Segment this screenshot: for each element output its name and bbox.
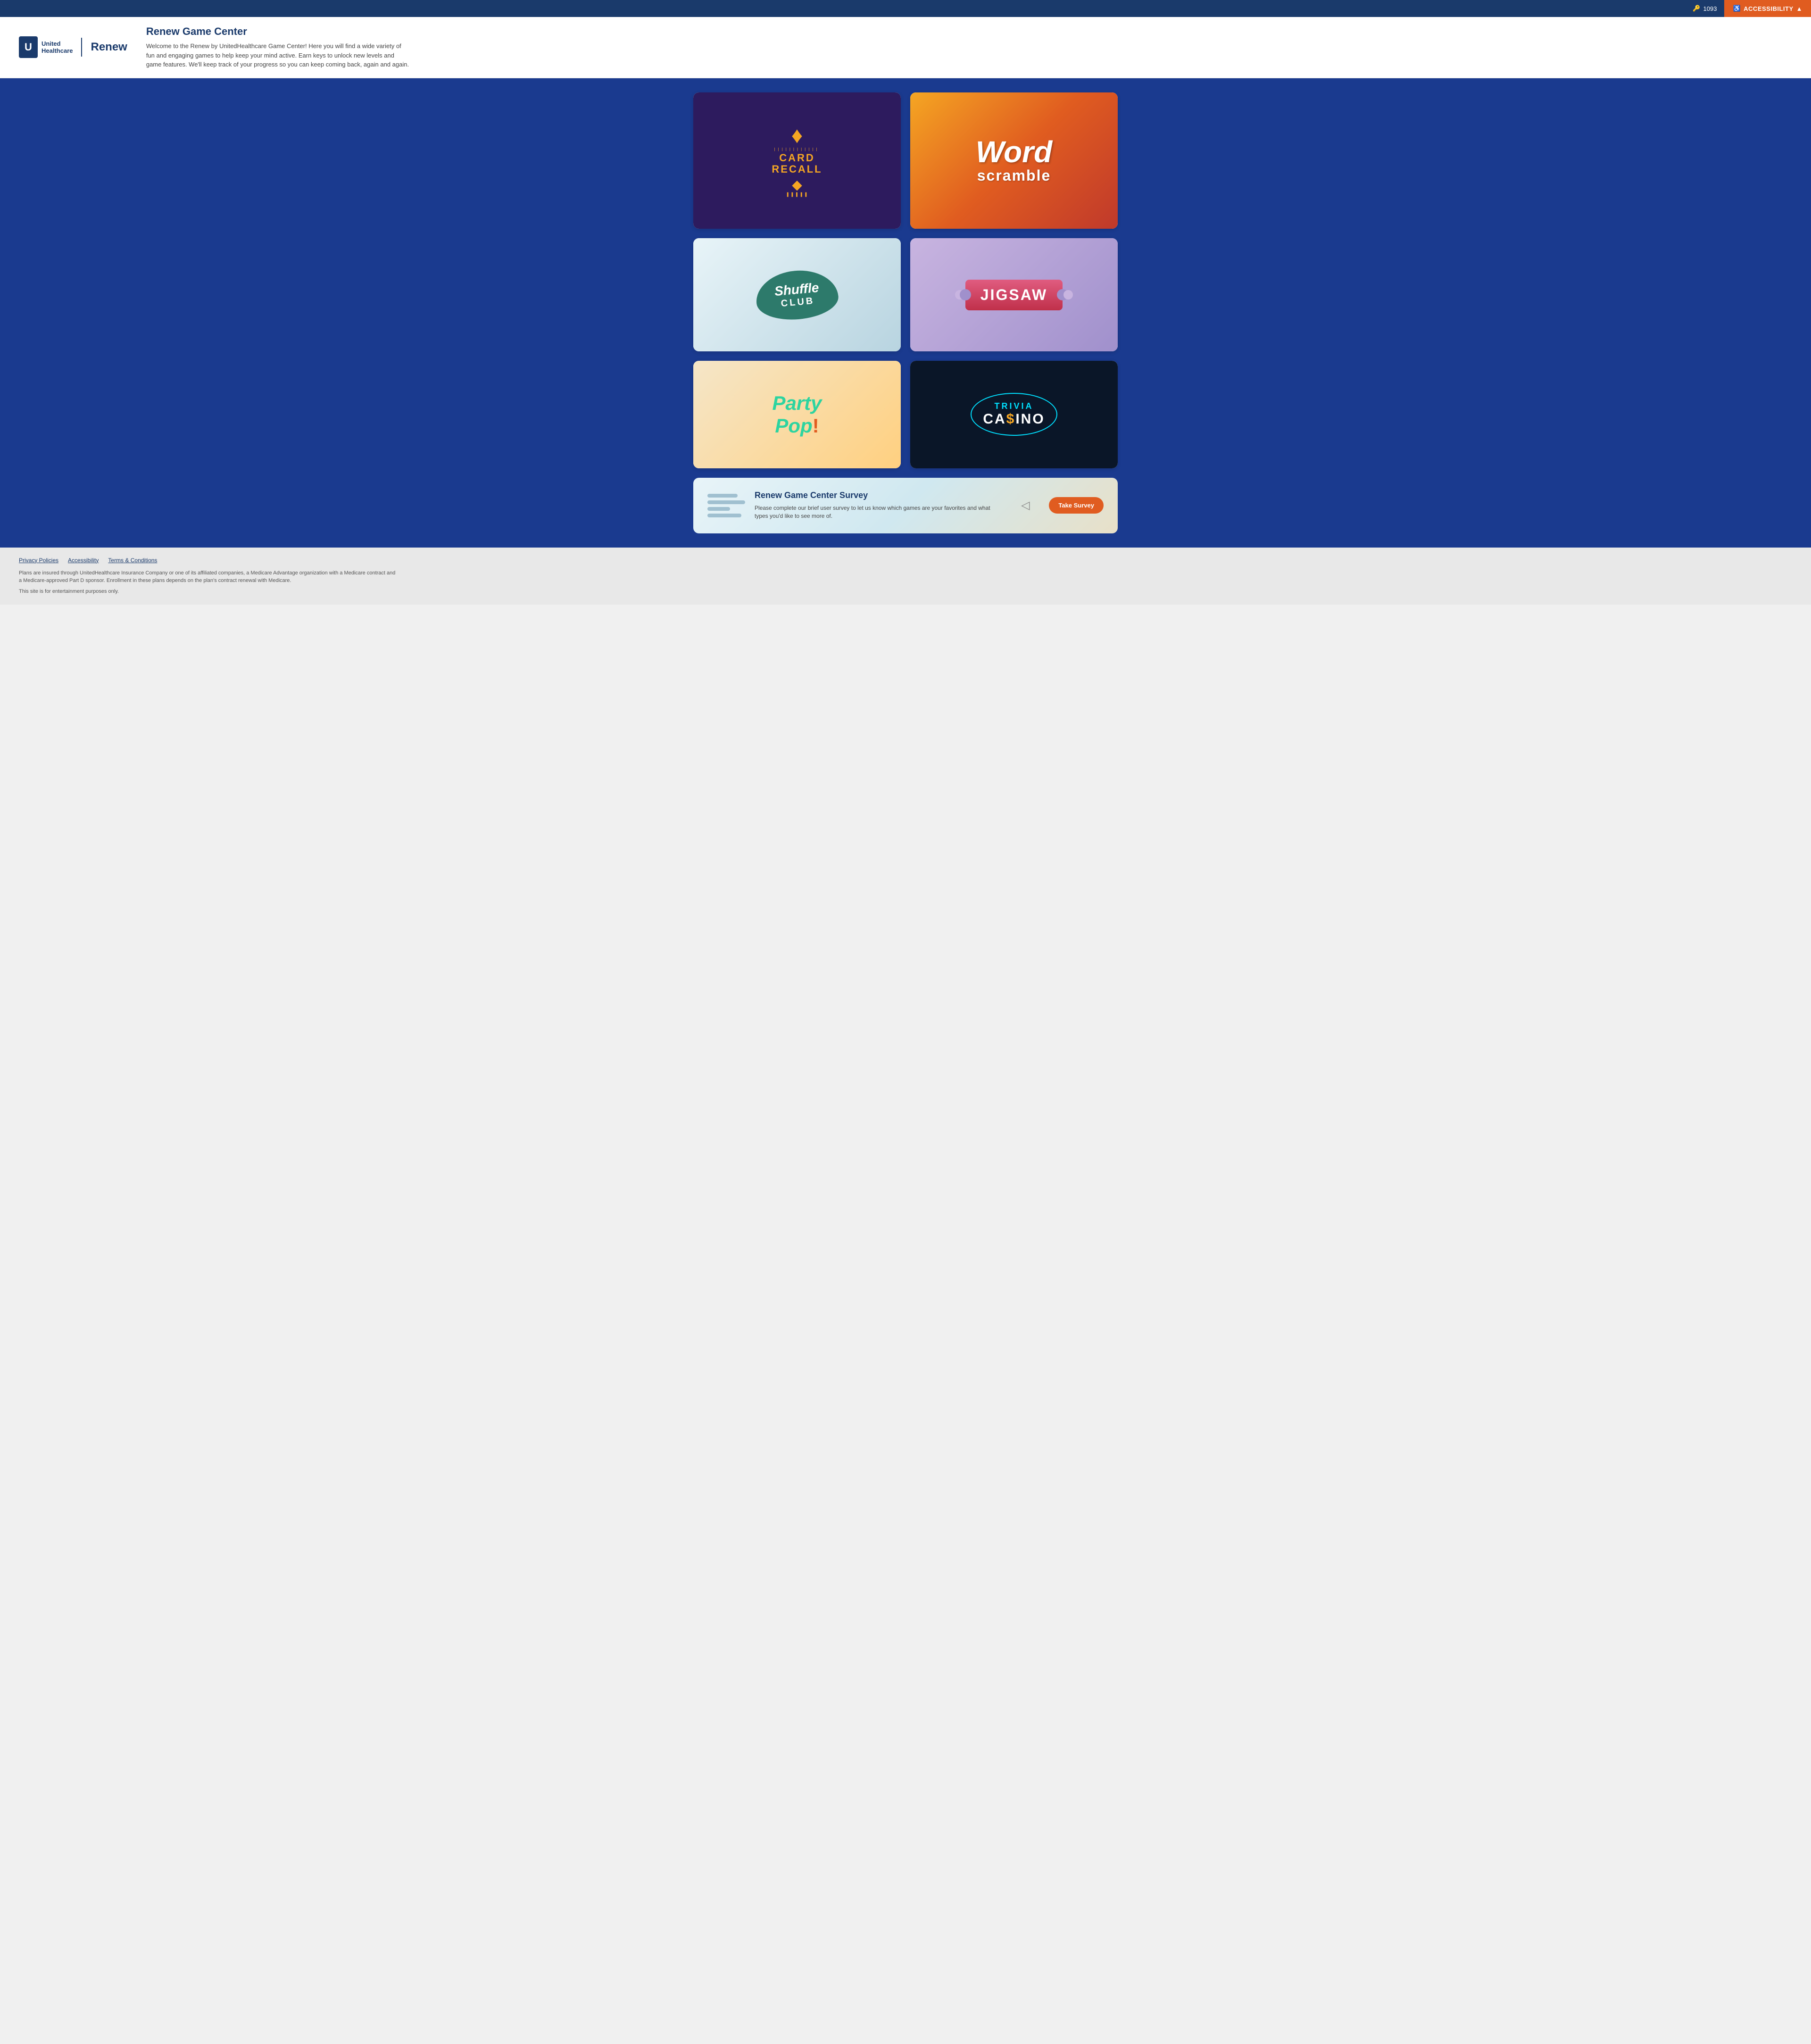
word-scramble-word: Word	[976, 137, 1052, 167]
renew-logo: Renew	[91, 41, 127, 54]
accessibility-label: ACCESSIBILITY	[1744, 5, 1793, 12]
footer-links: Privacy Policies Accessibility Terms & C…	[19, 557, 1792, 564]
survey-banner: Renew Game Center Survey Please complete…	[693, 478, 1118, 533]
trivia-casino-image: TRIVIA CA$INO	[910, 361, 1118, 468]
word-scramble-logo: Word scramble	[976, 137, 1052, 184]
survey-text: Renew Game Center Survey Please complete…	[755, 490, 1002, 520]
survey-line-2	[707, 500, 745, 504]
trivia-casino-casino: CA$INO	[983, 411, 1045, 427]
top-bar: 🔑 1093 ♿ ACCESSIBILITY ▲	[0, 0, 1811, 17]
footer: Privacy Policies Accessibility Terms & C…	[0, 548, 1811, 605]
key-icon: 🔑	[1693, 5, 1700, 12]
game-card-card-recall: ♦ |||||||||||| CARDRECALL ◆ ▐▐▐▐▐ Card R…	[693, 92, 901, 229]
survey-decoration-left	[707, 489, 745, 522]
survey-decoration-right: ◁	[1011, 499, 1039, 512]
trivia-casino-badge: TRIVIA CA$INO	[971, 393, 1057, 436]
shuffle-club-image: Shuffle CLUB	[693, 238, 901, 351]
party-pop-party: Party	[772, 392, 822, 414]
trivia-casino-logo: TRIVIA CA$INO	[971, 393, 1057, 436]
footer-legal-text-1: Plans are insured through UnitedHealthca…	[19, 569, 396, 585]
uhc-name: UnitedHealthcare	[42, 40, 73, 55]
jigsaw-image: JiGSAW	[910, 238, 1118, 351]
trivia-casino-dollar: $	[1006, 411, 1016, 427]
jigsaw-logo: JiGSAW	[965, 280, 1063, 310]
shuffle-club-logo: Shuffle CLUB	[754, 267, 840, 323]
party-pop-exclaim: !	[813, 415, 819, 437]
logo-area: U UnitedHealthcare Renew	[19, 36, 127, 58]
footer-legal-text-2: This site is for entertainment purposes …	[19, 588, 396, 596]
game-card-word-scramble: Word scramble Word Scramble 🤚 🧠 How quic…	[910, 92, 1118, 229]
card-recall-decoration: ||||||||||||	[772, 147, 822, 151]
keys-counter: 🔑 1093	[1685, 5, 1724, 12]
jigsaw-right-piece	[1063, 290, 1073, 299]
jigsaw-logo-container: JiGSAW	[965, 280, 1063, 310]
survey-description: Please complete our brief user survey to…	[755, 504, 1002, 520]
card-recall-logo: ♦ |||||||||||| CARDRECALL ◆ ▐▐▐▐▐	[772, 125, 822, 197]
party-pop-logo: Party Pop!	[772, 392, 822, 437]
jigsaw-text: JiGSAW	[980, 286, 1047, 303]
survey-line-3	[707, 507, 730, 511]
card-recall-gem: ◆	[772, 177, 822, 192]
party-pop-pop: Pop	[775, 415, 812, 437]
word-scramble-image: Word scramble	[910, 92, 1118, 229]
take-survey-button[interactable]: Take Survey	[1049, 497, 1104, 514]
card-recall-pillars: ▐▐▐▐▐	[772, 192, 822, 197]
header-text: Renew Game Center Welcome to the Renew b…	[146, 25, 1792, 69]
header-description: Welcome to the Renew by UnitedHealthcare…	[146, 42, 410, 69]
accessibility-icon: ♿	[1733, 5, 1741, 12]
card-recall-title-art: CARDRECALL	[772, 152, 822, 175]
party-pop-image: Party Pop!	[693, 361, 901, 468]
terms-conditions-link[interactable]: Terms & Conditions	[108, 557, 157, 564]
page-title: Renew Game Center	[146, 25, 1792, 38]
game-card-shuffle-club: Shuffle CLUB Shuffle Club 🤚 📱 Do you hav…	[693, 238, 901, 351]
site-header: U UnitedHealthcare Renew Renew Game Cent…	[0, 17, 1811, 78]
survey-line-1	[707, 494, 738, 498]
trivia-casino-trivia: TRIVIA	[983, 401, 1045, 411]
survey-title: Renew Game Center Survey	[755, 490, 1002, 500]
chevron-up-icon: ▲	[1796, 5, 1803, 12]
game-card-party-pop: Party Pop! Party Pop 📱 Can you match the…	[693, 361, 901, 468]
uhc-logo: U UnitedHealthcare	[19, 36, 73, 58]
survey-line-4	[707, 514, 741, 517]
word-scramble-scramble: scramble	[976, 167, 1052, 184]
privacy-policies-link[interactable]: Privacy Policies	[19, 557, 58, 564]
crown-icon: ♦	[772, 125, 822, 147]
logo-divider	[81, 38, 82, 57]
uhc-logo-icon: U	[19, 36, 38, 58]
game-card-jigsaw: JiGSAW Jigsaw Puzzle 🧠 Do you find jigsa…	[910, 238, 1118, 351]
accessibility-link[interactable]: Accessibility	[68, 557, 99, 564]
card-recall-image: ♦ |||||||||||| CARDRECALL ◆ ▐▐▐▐▐	[693, 92, 901, 229]
games-grid: ♦ |||||||||||| CARDRECALL ◆ ▐▐▐▐▐ Card R…	[693, 92, 1118, 468]
chevron-left-icon: ◁	[1021, 499, 1030, 512]
accessibility-button[interactable]: ♿ ACCESSIBILITY ▲	[1724, 0, 1811, 17]
svg-text:U: U	[25, 41, 32, 53]
main-content: ♦ |||||||||||| CARDRECALL ◆ ▐▐▐▐▐ Card R…	[0, 78, 1811, 548]
keys-count: 1093	[1703, 5, 1717, 12]
game-card-trivia-casino: TRIVIA CA$INO Trivia Casino 👁 🤚 🧠 📱 How …	[910, 361, 1118, 468]
